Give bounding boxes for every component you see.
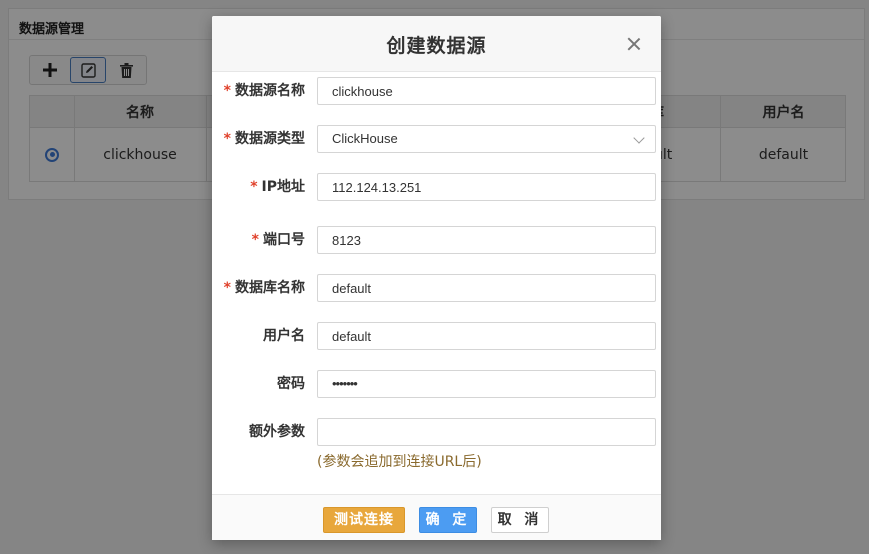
cancel-button[interactable]: 取 消 bbox=[491, 507, 549, 533]
form-row-database: * 数据库名称 bbox=[212, 274, 661, 302]
test-connection-button[interactable]: 测试连接 bbox=[323, 507, 405, 533]
required-mark: * bbox=[223, 83, 231, 99]
form-row-extra: 额外参数 bbox=[212, 418, 661, 446]
label-extra: 额外参数 bbox=[249, 424, 305, 440]
label-port: 端口号 bbox=[263, 232, 305, 248]
password-input[interactable]: ••••••• bbox=[317, 370, 656, 398]
form-row-username: 用户名 bbox=[212, 322, 661, 350]
dialog-title: 创建数据源 bbox=[386, 35, 487, 57]
create-datasource-dialog: 创建数据源 *数据源名称 *数据源类型 ClickHouse *IP地址 *端口… bbox=[212, 16, 661, 540]
username-input[interactable] bbox=[317, 322, 656, 350]
ip-address-input[interactable] bbox=[317, 173, 656, 201]
form-row-name: * 数据源名称 bbox=[212, 77, 661, 105]
form-row-type: * 数据源类型 ClickHouse bbox=[212, 125, 661, 153]
datasource-type-select[interactable]: ClickHouse bbox=[317, 125, 656, 153]
form-row-ip: * IP地址 bbox=[212, 173, 661, 201]
port-input[interactable] bbox=[317, 226, 656, 254]
dialog-header: 创建数据源 bbox=[212, 16, 661, 72]
label-username: 用户名 bbox=[263, 328, 305, 344]
form-row-password: 密码 ••••••• bbox=[212, 370, 661, 398]
dialog-footer: 测试连接 确 定 取 消 bbox=[212, 494, 661, 540]
label-name: 数据源名称 bbox=[235, 83, 305, 99]
confirm-button[interactable]: 确 定 bbox=[419, 507, 477, 533]
database-name-input[interactable] bbox=[317, 274, 656, 302]
extra-params-hint: (参数会追加到连接URL后) bbox=[317, 454, 482, 470]
chevron-down-icon bbox=[633, 132, 645, 144]
close-icon[interactable] bbox=[627, 37, 641, 51]
datasource-name-input[interactable] bbox=[317, 77, 656, 105]
label-type: 数据源类型 bbox=[235, 131, 305, 147]
label-database: 数据库名称 bbox=[235, 280, 305, 296]
form-row-port: * 端口号 bbox=[212, 226, 661, 254]
label-ip: IP地址 bbox=[261, 179, 305, 195]
label-password: 密码 bbox=[277, 376, 305, 392]
extra-params-input[interactable] bbox=[317, 418, 656, 446]
